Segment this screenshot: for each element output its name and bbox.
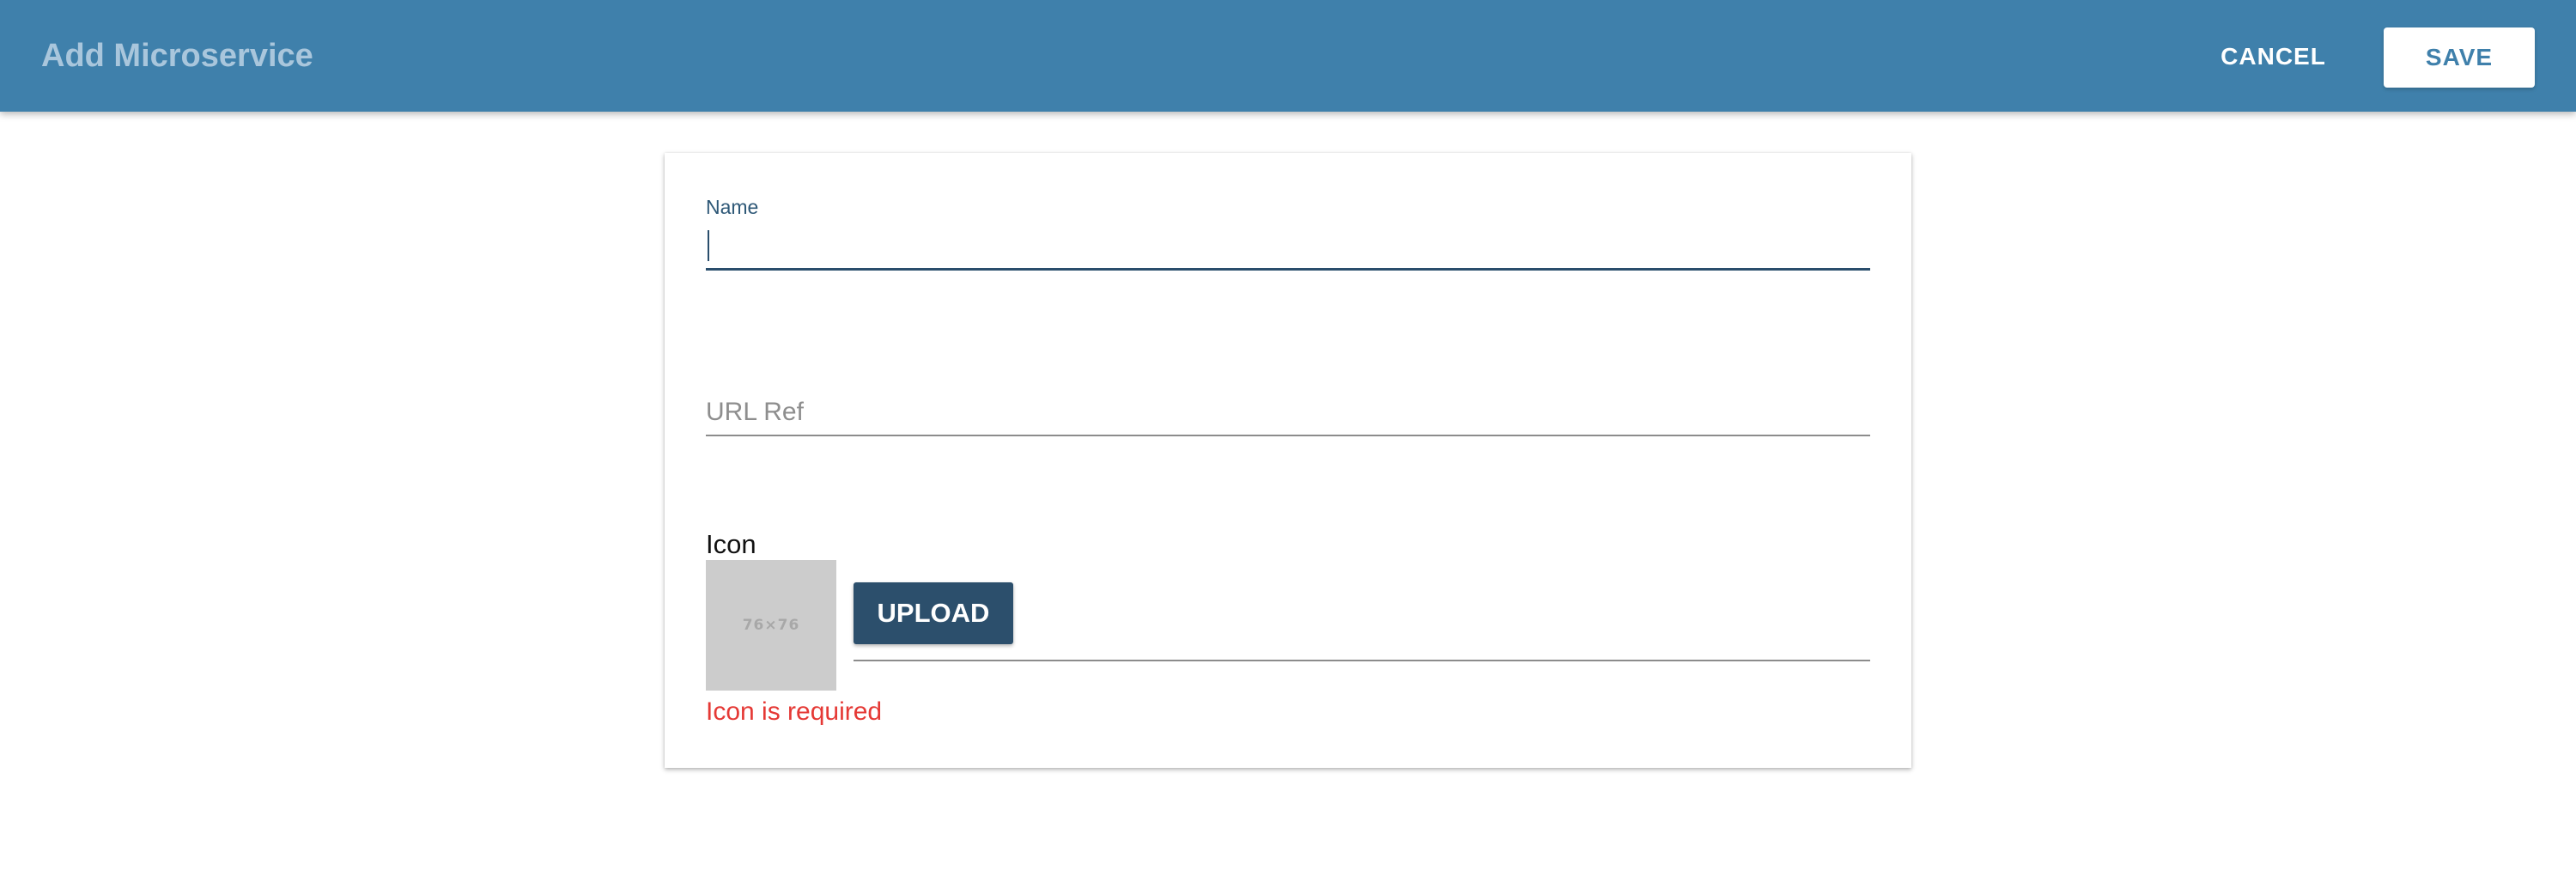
icon-preview-image: 76×76 bbox=[706, 560, 836, 691]
icon-preview-size-text: 76×76 bbox=[742, 617, 800, 634]
url-ref-input[interactable] bbox=[706, 390, 1870, 436]
cancel-button[interactable]: CANCEL bbox=[2198, 29, 2348, 84]
name-field-label: Name bbox=[706, 196, 759, 218]
name-input[interactable] bbox=[706, 223, 1870, 271]
icon-field-label: Icon bbox=[706, 529, 756, 559]
page-title: Add Microservice bbox=[41, 38, 313, 74]
icon-error-message: Icon is required bbox=[706, 697, 883, 726]
microservice-form-card: Name Icon 76×76 UPLOAD Icon is required bbox=[665, 153, 1911, 768]
app-header: Add Microservice CANCEL SAVE bbox=[0, 0, 2576, 112]
upload-button[interactable]: UPLOAD bbox=[854, 582, 1013, 644]
upload-field-underline bbox=[854, 660, 1870, 661]
save-button[interactable]: SAVE bbox=[2384, 27, 2535, 88]
text-cursor bbox=[708, 230, 709, 261]
